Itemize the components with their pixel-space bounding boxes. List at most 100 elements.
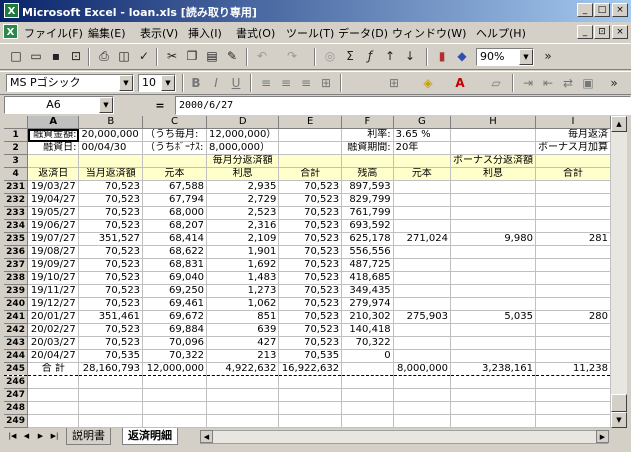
cell[interactable] — [341, 375, 394, 390]
cell[interactable] — [341, 401, 394, 416]
undo-icon[interactable]: ↶ — [254, 48, 270, 64]
cell[interactable]: 1,483 — [206, 271, 280, 286]
borders-icon[interactable]: ⊞ — [386, 75, 402, 91]
cell[interactable]: 70,523 — [78, 323, 144, 338]
cell[interactable] — [393, 375, 451, 390]
cell[interactable]: 19/12/27 — [27, 297, 80, 312]
cell[interactable] — [535, 388, 611, 403]
cell[interactable] — [78, 414, 144, 428]
cell[interactable]: 3,238,161 — [450, 362, 536, 377]
cell[interactable]: 70,096 — [142, 336, 208, 351]
fill-color-icon[interactable]: ◈ — [420, 75, 436, 91]
cell[interactable] — [450, 206, 536, 221]
spelling-icon[interactable]: ✓ — [136, 48, 152, 64]
cell[interactable]: 427 — [206, 336, 280, 351]
cell[interactable] — [535, 336, 611, 351]
cell[interactable] — [393, 219, 451, 234]
cell[interactable] — [206, 414, 280, 428]
cell[interactable]: 12,000,000） — [206, 128, 280, 143]
cell[interactable] — [535, 245, 611, 260]
cell[interactable] — [450, 193, 536, 208]
row-header[interactable]: 232 — [4, 193, 29, 208]
reading-order-icon[interactable]: ⇄ — [560, 75, 576, 91]
merge-center-icon[interactable]: ⊞ — [318, 75, 334, 91]
permission-icon[interactable]: ⊡ — [68, 48, 84, 64]
print-icon[interactable]: ⎙ — [96, 48, 112, 64]
cell[interactable] — [393, 336, 451, 351]
cell[interactable] — [535, 193, 611, 208]
cell[interactable] — [450, 375, 536, 390]
column-header-e[interactable]: E — [278, 116, 343, 130]
cell[interactable]: 639 — [206, 323, 280, 338]
cell[interactable]: 70,523 — [278, 219, 343, 234]
cell[interactable]: 70,523 — [278, 206, 343, 221]
cell[interactable]: 3.65 % — [393, 128, 451, 143]
cell[interactable]: 28,160,793 — [78, 362, 144, 377]
cell[interactable]: （うち毎月: — [142, 128, 208, 143]
cell[interactable]: 20/02/27 — [27, 323, 80, 338]
cell[interactable]: 351,527 — [78, 232, 144, 247]
cell[interactable] — [27, 414, 80, 428]
cell[interactable]: 12,000,000 — [142, 362, 208, 377]
row-header[interactable]: 238 — [4, 271, 29, 286]
close-button[interactable]: × — [612, 3, 628, 17]
cell[interactable] — [535, 154, 611, 169]
function-icon[interactable]: ƒ — [362, 48, 378, 64]
paste-icon[interactable]: ▤ — [204, 48, 220, 64]
sort-descending-icon[interactable]: ↓ — [402, 48, 418, 64]
cell[interactable] — [206, 375, 280, 390]
cell[interactable]: 8,000,000） — [206, 141, 280, 156]
menu-help[interactable]: ヘルプ(H) — [476, 25, 526, 41]
cell[interactable]: 合 計 — [27, 362, 80, 377]
row-header[interactable]: 4 — [4, 167, 29, 182]
toolbar-options-icon[interactable]: » — [540, 48, 556, 64]
select-all-corner[interactable] — [4, 116, 29, 130]
cell[interactable]: 元本 — [393, 167, 451, 182]
cell[interactable]: 4,922,632 — [206, 362, 280, 377]
cell[interactable]: 残高 — [341, 167, 394, 182]
cell[interactable] — [206, 401, 280, 416]
cell[interactable]: 返済日 — [27, 167, 80, 182]
cell[interactable]: 合計 — [535, 167, 611, 182]
cell[interactable]: 19/08/27 — [27, 245, 80, 260]
cell[interactable] — [142, 401, 208, 416]
cell[interactable]: 556,556 — [341, 245, 394, 260]
cell[interactable]: 2,316 — [206, 219, 280, 234]
cell[interactable]: 19/10/27 — [27, 271, 80, 286]
cell[interactable] — [450, 180, 536, 195]
cell[interactable]: 625,178 — [341, 232, 394, 247]
minimize-button[interactable]: _ — [577, 3, 593, 17]
italic-icon[interactable]: I — [208, 75, 224, 91]
cell[interactable] — [142, 414, 208, 428]
cell[interactable]: 68,000 — [142, 206, 208, 221]
open-icon[interactable]: ▭ — [28, 48, 44, 64]
cell[interactable]: 851 — [206, 310, 280, 325]
cell[interactable] — [78, 401, 144, 416]
hyperlink-icon[interactable]: ◎ — [322, 48, 338, 64]
cell[interactable] — [535, 375, 611, 390]
cell[interactable]: 19/11/27 — [27, 284, 80, 299]
cell[interactable]: 213 — [206, 349, 280, 364]
font-color-icon[interactable]: A — [452, 75, 468, 91]
cell[interactable]: 毎月返済 — [535, 128, 611, 143]
cell[interactable]: 275,903 — [393, 310, 451, 325]
cell[interactable]: 19/06/27 — [27, 219, 80, 234]
cell[interactable] — [393, 180, 451, 195]
cell[interactable]: 70,535 — [278, 349, 343, 364]
cell[interactable]: 70,535 — [78, 349, 144, 364]
cell[interactable] — [535, 206, 611, 221]
cell[interactable]: 1,901 — [206, 245, 280, 260]
cell[interactable] — [27, 375, 80, 390]
row-header[interactable]: 237 — [4, 258, 29, 273]
cell[interactable] — [450, 414, 536, 428]
cell[interactable]: 67,588 — [142, 180, 208, 195]
toolbar-options-icon[interactable]: » — [606, 75, 622, 91]
cell[interactable]: 280 — [535, 310, 611, 325]
cell[interactable]: 271,024 — [393, 232, 451, 247]
autosum-icon[interactable]: Σ — [342, 48, 358, 64]
cell[interactable]: 19/04/27 — [27, 193, 80, 208]
cell[interactable] — [341, 388, 394, 403]
cell[interactable]: 20年 — [393, 141, 451, 156]
chevron-down-icon[interactable]: ▼ — [119, 75, 133, 91]
cell[interactable] — [393, 388, 451, 403]
